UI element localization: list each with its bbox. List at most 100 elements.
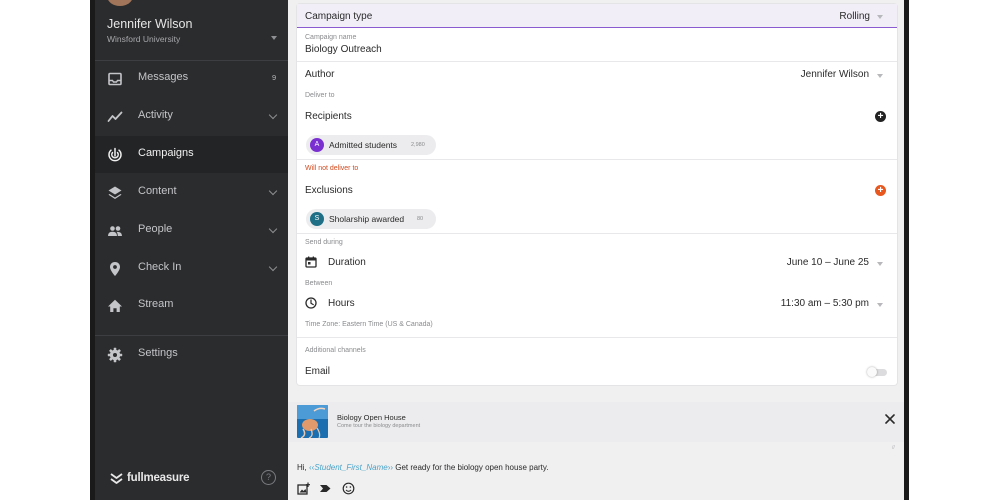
add-image-icon[interactable] — [297, 482, 310, 495]
user-organization: Winsford University — [107, 34, 181, 44]
sidebar-item-label: Activity — [138, 109, 173, 121]
chevron-down-icon — [877, 74, 883, 78]
message-composer[interactable]: Hi, ‹‹Student_First_Name›› Get ready for… — [297, 463, 549, 472]
location-pin-icon — [110, 262, 120, 276]
campaign-name-value: Biology Outreach — [305, 44, 382, 55]
gear-icon — [107, 347, 123, 363]
sidebar-item-label: Stream — [138, 298, 174, 310]
user-name: Jennifer Wilson — [107, 17, 193, 31]
sidebar-item-content[interactable]: Content — [95, 174, 288, 211]
composer-suffix: Get ready for the biology open house par… — [393, 463, 549, 472]
chevron-down-icon — [877, 262, 883, 266]
chevron-down-icon[interactable] — [271, 36, 277, 40]
sidebar-item-label: Settings — [138, 347, 178, 359]
close-icon[interactable] — [884, 413, 896, 425]
merge-tag-icon[interactable] — [319, 482, 332, 495]
message-preview: Biology Open House Come tour the biology… — [288, 402, 904, 442]
resize-handle-icon[interactable]: // — [892, 445, 895, 451]
fullmeasure-logo: fullmeasure — [110, 472, 210, 486]
divider — [297, 159, 897, 160]
recipient-chip[interactable]: A Admitted students 2,980 — [306, 135, 436, 155]
sidebar: Jennifer Wilson Winsford University Mess… — [95, 0, 288, 500]
logo-mark-icon — [110, 473, 123, 484]
sidebar-item-campaigns[interactable]: Campaigns — [95, 136, 288, 173]
divider — [297, 337, 897, 338]
chevron-down-icon — [268, 262, 278, 272]
sidebar-item-label: People — [138, 223, 173, 235]
campaign-type-label: Campaign type — [305, 11, 373, 22]
layers-icon — [108, 186, 122, 199]
duration-select[interactable]: Duration June 10 – June 25 — [297, 252, 897, 274]
timezone-text: Time Zone: Eastern Time (US & Canada) — [305, 321, 433, 328]
toggle-knob — [867, 367, 877, 377]
home-icon — [108, 299, 122, 312]
hours-value: 11:30 am – 5:30 pm — [780, 298, 869, 309]
add-recipients-button[interactable]: + — [875, 111, 886, 122]
between-label: Between — [305, 280, 333, 287]
email-toggle[interactable] — [867, 367, 887, 377]
emoji-icon[interactable] — [342, 482, 355, 495]
sidebar-item-check-in[interactable]: Check In — [95, 250, 288, 287]
device-bezel-right — [904, 0, 909, 500]
composer-prefix: Hi, — [297, 463, 309, 472]
campaigns-icon — [108, 147, 122, 162]
chip-avatar: S — [310, 212, 324, 226]
avatar[interactable] — [107, 0, 133, 6]
chip-label: Admitted students — [329, 140, 398, 150]
duration-label: Duration — [328, 257, 366, 268]
deliver-to-label: Deliver to — [305, 92, 335, 99]
messages-count-badge: 9 — [272, 73, 277, 82]
author-label: Author — [305, 69, 335, 80]
send-during-label: Send during — [305, 239, 343, 246]
chip-count: 2,980 — [411, 142, 425, 148]
exclusions-label: Exclusions — [305, 185, 353, 196]
sidebar-item-messages[interactable]: Messages 9 — [95, 60, 288, 97]
inbox-icon — [108, 72, 122, 86]
chevron-down-icon — [877, 303, 883, 307]
app-screen: Jennifer Wilson Winsford University Mess… — [0, 0, 1000, 500]
campaign-type-value: Rolling — [839, 11, 870, 22]
chip-label: Sholarship awarded — [329, 214, 405, 224]
merge-field-tag[interactable]: Student_First_Name — [314, 463, 387, 472]
chevron-down-icon — [268, 110, 278, 120]
divider — [297, 233, 897, 234]
hours-label: Hours — [328, 298, 355, 309]
sidebar-item-activity[interactable]: Activity — [95, 98, 288, 135]
sidebar-item-people[interactable]: People — [95, 212, 288, 249]
campaign-name-field[interactable]: Campaign name Biology Outreach — [297, 30, 897, 60]
help-icon[interactable]: ? — [261, 470, 276, 485]
logo-text: fullmeasure — [127, 472, 190, 484]
calendar-icon — [305, 256, 317, 268]
add-exclusions-button[interactable]: + — [875, 185, 886, 196]
chevron-down-icon — [877, 15, 883, 19]
recipients-label: Recipients — [305, 111, 352, 122]
campaign-type-select[interactable]: Campaign type Rolling — [297, 4, 897, 28]
hours-select[interactable]: Hours 11:30 am – 5:30 pm — [297, 293, 897, 315]
additional-channels-label: Additional channels — [305, 347, 366, 354]
activity-icon — [107, 111, 123, 122]
will-not-deliver-label: Will not deliver to — [305, 165, 359, 172]
campaign-form-card: Campaign type Rolling Campaign name Biol… — [297, 4, 897, 385]
sidebar-item-settings[interactable]: Settings — [95, 336, 288, 373]
sidebar-item-label: Content — [138, 185, 177, 197]
sidebar-item-label: Messages — [138, 71, 189, 83]
author-select[interactable]: Author Jennifer Wilson — [297, 62, 897, 87]
people-icon — [108, 226, 122, 236]
preview-subtitle: Come tour the biology department — [337, 423, 421, 429]
sidebar-item-label: Check In — [138, 261, 182, 273]
campaign-name-label: Campaign name — [305, 34, 357, 41]
exclusion-chip[interactable]: S Sholarship awarded 80 — [306, 209, 436, 229]
sidebar-item-label: Campaigns — [138, 147, 194, 159]
sidebar-item-stream[interactable]: Stream — [95, 287, 288, 324]
email-label: Email — [305, 366, 331, 377]
chip-count: 80 — [417, 216, 424, 222]
chevron-down-icon — [268, 224, 278, 234]
main-panel: Campaign type Rolling Campaign name Biol… — [288, 0, 904, 500]
preview-title: Biology Open House — [337, 413, 406, 422]
preview-thumbnail — [297, 405, 328, 438]
chevron-down-icon — [268, 186, 278, 196]
duration-value: June 10 – June 25 — [786, 257, 869, 268]
chip-avatar: A — [310, 138, 324, 152]
author-value: Jennifer Wilson — [800, 69, 869, 80]
clock-icon — [305, 297, 317, 309]
